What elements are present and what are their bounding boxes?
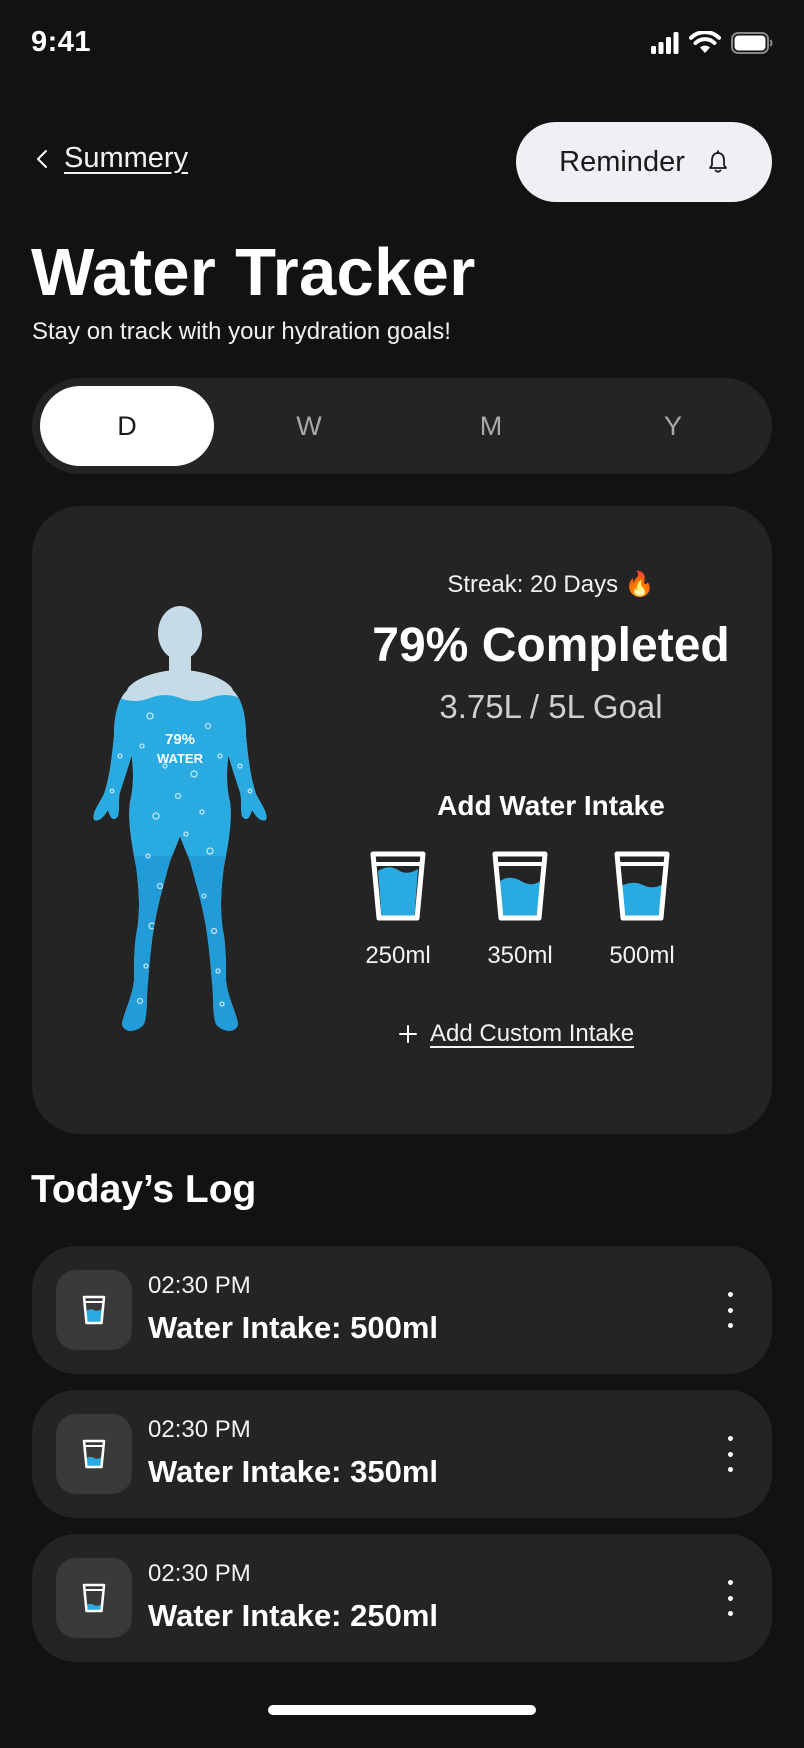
- add-intake-heading: Add Water Intake: [437, 790, 665, 821]
- log-item[interactable]: 02:30 PM Water Intake: 350ml: [32, 1390, 772, 1518]
- reminder-button[interactable]: Reminder: [516, 122, 772, 202]
- intake-500ml-button[interactable]: 500ml: [587, 850, 697, 970]
- log-glass-icon-box: [56, 1270, 132, 1350]
- tab-month[interactable]: M: [400, 386, 582, 466]
- streak-text: Streak: 20 Days 🔥: [447, 571, 655, 598]
- wifi-icon: [689, 31, 721, 53]
- bell-icon: [708, 150, 727, 173]
- tab-day[interactable]: D: [40, 386, 214, 466]
- log-title: Today’s Log: [31, 1168, 257, 1211]
- log-description: Water Intake: 350ml: [148, 1454, 439, 1489]
- page-title: Water Tracker: [31, 235, 476, 310]
- log-time: 02:30 PM: [148, 1560, 251, 1587]
- chevron-left-icon: [37, 149, 47, 168]
- log-description: Water Intake: 250ml: [148, 1598, 439, 1633]
- completed-percent: 79% Completed: [372, 619, 730, 672]
- more-options-icon[interactable]: [718, 1286, 742, 1334]
- tab-year[interactable]: Y: [582, 386, 764, 466]
- body-water-figure: 79% WATER: [93, 606, 267, 1031]
- status-icons: [651, 31, 773, 55]
- period-tabs: D W M Y: [32, 378, 772, 474]
- signal-icon: [651, 32, 679, 54]
- log-glass-icon-box: [56, 1414, 132, 1494]
- log-item[interactable]: 02:30 PM Water Intake: 250ml: [32, 1534, 772, 1662]
- glass-icon: [82, 1295, 106, 1325]
- page-subtitle: Stay on track with your hydration goals!: [32, 318, 451, 345]
- intake-label: 350ml: [487, 942, 553, 969]
- intake-label: 500ml: [609, 942, 675, 969]
- status-bar: 9:41: [0, 0, 804, 90]
- log-time: 02:30 PM: [148, 1272, 251, 1299]
- add-custom-intake-link[interactable]: Add Custom Intake: [398, 1020, 634, 1048]
- home-indicator[interactable]: [268, 1705, 536, 1715]
- glass-icon: [370, 851, 426, 921]
- glass-icon: [82, 1583, 106, 1613]
- intake-label: 250ml: [365, 942, 431, 969]
- intake-250ml-button[interactable]: 250ml: [343, 850, 453, 970]
- log-time: 02:30 PM: [148, 1416, 251, 1443]
- glass-icon: [82, 1439, 106, 1469]
- log-item[interactable]: 02:30 PM Water Intake: 500ml: [32, 1246, 772, 1374]
- progress-card: 79% WATER Streak: 20 Days 🔥 79% Complete…: [32, 506, 772, 1134]
- more-options-icon[interactable]: [718, 1574, 742, 1622]
- custom-intake-label: Add Custom Intake: [430, 1020, 635, 1047]
- body-label: WATER: [157, 751, 204, 766]
- goal-text: 3.75L / 5L Goal: [439, 688, 663, 725]
- intake-350ml-button[interactable]: 350ml: [465, 850, 575, 970]
- glass-icon: [492, 851, 548, 921]
- glass-icon: [614, 851, 670, 921]
- battery-icon: [731, 32, 773, 54]
- tab-week[interactable]: W: [218, 386, 400, 466]
- plus-icon: [399, 1025, 417, 1043]
- more-options-icon[interactable]: [718, 1430, 742, 1478]
- status-time: 9:41: [31, 26, 92, 58]
- log-description: Water Intake: 500ml: [148, 1310, 439, 1345]
- back-label: Summery: [64, 142, 189, 174]
- body-percent: 79%: [165, 731, 195, 748]
- back-link[interactable]: Summery: [36, 142, 188, 175]
- reminder-label: Reminder: [559, 145, 685, 178]
- log-glass-icon-box: [56, 1558, 132, 1638]
